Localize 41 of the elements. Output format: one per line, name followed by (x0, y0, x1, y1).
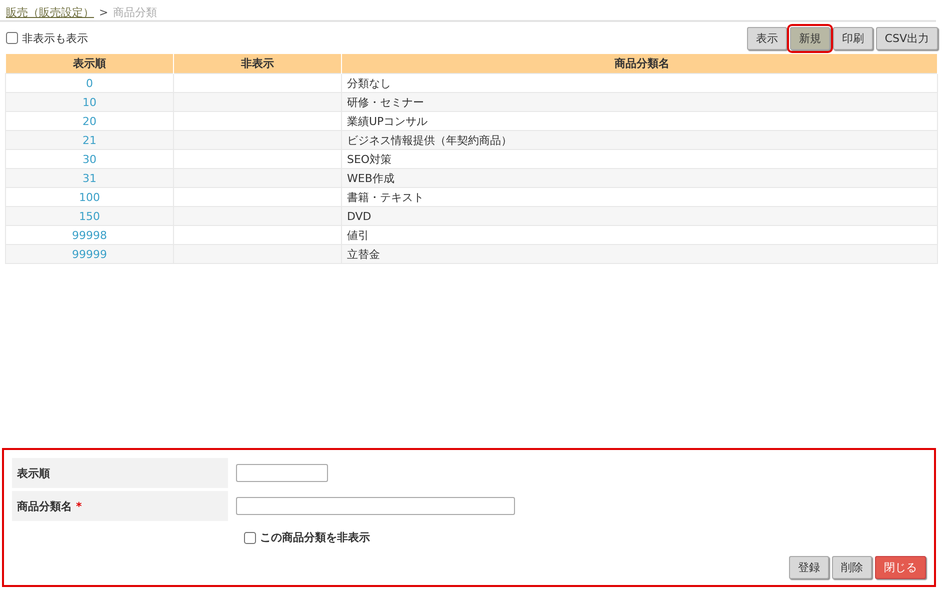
order-link[interactable]: 99998 (72, 228, 107, 242)
order-link[interactable]: 0 (86, 76, 93, 90)
toolbar-button[interactable]: CSV出力 (876, 26, 938, 50)
order-link[interactable]: 31 (82, 172, 96, 184)
column-header: 商品分類名 (342, 54, 938, 74)
form-button[interactable]: 登録 (789, 556, 829, 579)
category-name: 書籍・テキスト (347, 190, 424, 204)
field-label: 表示順 (17, 466, 50, 480)
hide-category-label: この商品分類を非表示 (260, 530, 370, 545)
field-label: 商品分類名 (17, 498, 72, 514)
breadcrumb-current: 商品分類 (113, 4, 158, 20)
category-name: DVD (347, 210, 372, 222)
column-header: 表示順 (6, 54, 174, 74)
form-button[interactable]: 閉じる (875, 556, 926, 579)
required-mark: * (76, 500, 82, 512)
order-link[interactable]: 99999 (72, 248, 107, 260)
breadcrumb-link[interactable]: 販売（販売設定） (6, 4, 94, 20)
category-name: 研修・セミナー (347, 96, 424, 108)
category-name: 分類なし (347, 76, 391, 90)
column-header: 非表示 (174, 54, 342, 74)
category-name: WEB作成 (347, 172, 394, 184)
order-link[interactable]: 10 (82, 96, 96, 108)
input-field[interactable] (236, 464, 328, 482)
order-link[interactable]: 21 (82, 134, 96, 146)
form-button[interactable]: 削除 (832, 556, 872, 579)
order-link[interactable]: 20 (82, 114, 96, 128)
category-name: ビジネス情報提供（年契約商品） (347, 134, 512, 146)
hide-category-checkbox[interactable] (244, 532, 256, 544)
show-hidden-label: 非表示も表示 (22, 30, 88, 46)
breadcrumb-separator: > (99, 6, 108, 18)
toolbar-button[interactable]: 印刷 (832, 26, 873, 50)
category-name: 立替金 (347, 248, 380, 260)
input-field[interactable] (236, 497, 515, 515)
order-link[interactable]: 30 (82, 152, 96, 166)
show-hidden-checkbox[interactable] (6, 32, 18, 44)
category-name: 値引 (347, 228, 369, 242)
toolbar-button[interactable]: 表示 (746, 26, 787, 50)
category-name: SEO対策 (347, 152, 392, 166)
order-link[interactable]: 150 (79, 210, 100, 222)
order-link[interactable]: 100 (79, 190, 100, 204)
category-name: 業績UPコンサル (347, 114, 428, 128)
